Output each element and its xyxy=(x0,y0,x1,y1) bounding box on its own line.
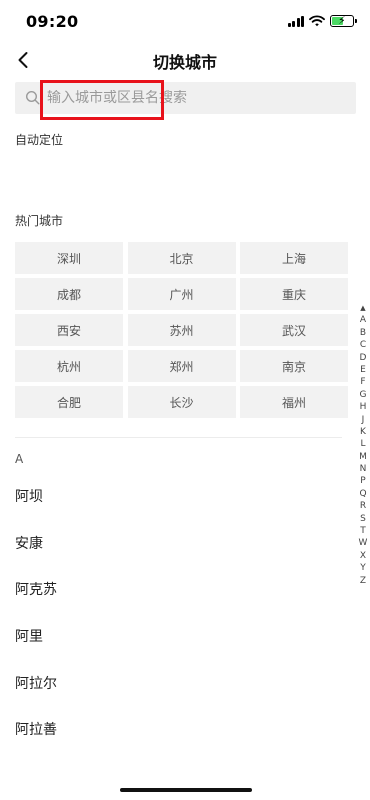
alphabet-index[interactable]: ▲ A B C D E F G H J K L M N P Q R S T W … xyxy=(356,302,370,587)
index-letter[interactable]: Y xyxy=(360,562,366,574)
index-letter[interactable]: L xyxy=(360,438,365,450)
hot-city-item[interactable]: 西安 xyxy=(15,314,123,346)
hot-city-item[interactable]: 长沙 xyxy=(127,386,236,418)
hot-city-item[interactable]: 合肥 xyxy=(15,386,123,418)
index-letter[interactable]: Z xyxy=(360,575,366,587)
hot-city-item[interactable]: 广州 xyxy=(127,278,236,310)
status-bar: 09:20 ⚡ xyxy=(0,0,370,44)
page-title: 切换城市 xyxy=(152,53,217,72)
home-indicator[interactable] xyxy=(120,788,252,792)
city-list-item[interactable]: 安康 xyxy=(15,520,315,567)
hot-city-item[interactable]: 杭州 xyxy=(15,350,123,382)
hot-city-item[interactable]: 深圳 xyxy=(15,242,123,274)
city-list: 阿坝 安康 阿克苏 阿里 阿拉尔 阿拉善 xyxy=(15,473,315,753)
index-letter[interactable]: X xyxy=(360,550,366,562)
city-list-item[interactable]: 阿克苏 xyxy=(15,566,315,613)
index-letter[interactable]: P xyxy=(360,475,365,487)
hot-city-item[interactable]: 郑州 xyxy=(127,350,236,382)
hot-city-item[interactable]: 重庆 xyxy=(240,278,348,310)
index-letter[interactable]: C xyxy=(360,339,366,351)
status-icons: ⚡ xyxy=(287,14,357,28)
city-list-item[interactable]: 阿坝 xyxy=(15,473,315,520)
hot-cities-grid: 深圳 北京 上海 成都 广州 重庆 西安 苏州 武汉 杭州 郑州 南京 合肥 长… xyxy=(15,242,348,418)
hot-city-item[interactable]: 成都 xyxy=(15,278,123,310)
index-letter[interactable]: W xyxy=(359,537,368,549)
city-list-item[interactable]: 阿拉尔 xyxy=(15,659,315,706)
index-letter[interactable]: E xyxy=(360,364,366,376)
index-letter[interactable]: R xyxy=(360,500,366,512)
hot-city-item[interactable]: 北京 xyxy=(127,242,236,274)
hot-city-item[interactable]: 上海 xyxy=(240,242,348,274)
status-time: 09:20 xyxy=(26,12,79,31)
hot-cities-label: 热门城市 xyxy=(15,214,64,228)
index-letter[interactable]: G xyxy=(360,389,367,401)
divider xyxy=(15,437,342,438)
search-input[interactable] xyxy=(47,90,327,106)
index-letter[interactable]: B xyxy=(360,327,366,339)
search-icon xyxy=(25,90,40,105)
letter-a-header: A xyxy=(15,452,24,466)
signal-icon xyxy=(287,15,304,27)
index-letter[interactable]: H xyxy=(360,401,367,413)
hot-city-item[interactable]: 福州 xyxy=(240,386,348,418)
city-list-item[interactable]: 阿里 xyxy=(15,613,315,660)
hot-city-item[interactable]: 南京 xyxy=(240,350,348,382)
index-letter[interactable]: Q xyxy=(359,488,366,500)
index-letter[interactable]: T xyxy=(360,525,366,537)
auto-locate-label: 自动定位 xyxy=(15,133,64,147)
index-letter[interactable]: N xyxy=(360,463,367,475)
search-bar[interactable] xyxy=(15,82,356,114)
nav-bar: 切换城市 xyxy=(0,44,370,78)
index-letter[interactable]: A xyxy=(360,314,366,326)
city-switch-screen: 09:20 ⚡ 切换城市 输入城市或区县名搜索 自动定位 热门城市 深圳 北京 … xyxy=(0,0,370,800)
index-letter[interactable]: F xyxy=(360,376,365,388)
index-top-icon[interactable]: ▲ xyxy=(360,302,365,314)
index-letter[interactable]: J xyxy=(362,414,365,426)
index-letter[interactable]: D xyxy=(360,352,367,364)
index-letter[interactable]: K xyxy=(360,426,366,438)
wifi-icon xyxy=(309,15,325,27)
hot-city-item[interactable]: 苏州 xyxy=(127,314,236,346)
battery-charging-icon: ⚡ xyxy=(330,14,357,27)
index-letter[interactable]: M xyxy=(359,451,367,463)
city-list-item[interactable]: 阿拉善 xyxy=(15,706,315,753)
index-letter[interactable]: S xyxy=(360,513,366,525)
hot-city-item[interactable]: 武汉 xyxy=(240,314,348,346)
